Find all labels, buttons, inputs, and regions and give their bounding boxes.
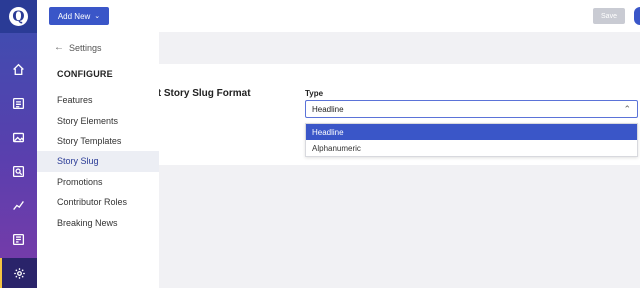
chevron-up-icon: ⌃ — [623, 104, 631, 114]
save-button[interactable]: Save — [593, 8, 625, 24]
type-label: Type — [305, 89, 324, 98]
dropdown-option-headline[interactable]: Headline — [306, 124, 637, 140]
search-icon[interactable] — [0, 155, 37, 187]
settings-panel: ← Settings CONFIGURE Features Story Elem… — [37, 32, 159, 288]
top-bar: Add New ⌄ Save — [37, 0, 640, 32]
add-new-button[interactable]: Add New ⌄ — [49, 7, 109, 25]
settings-icon[interactable] — [0, 258, 37, 288]
add-new-label: Add New — [57, 11, 91, 21]
media-icon[interactable] — [0, 121, 37, 153]
type-dropdown-menu: Headline Alphanumeric — [305, 123, 638, 157]
section-title: lt Story Slug Format — [155, 88, 251, 99]
menu-item-story-templates[interactable]: Story Templates — [37, 131, 159, 151]
menu-item-contributor-roles[interactable]: Contributor Roles — [37, 192, 159, 212]
analytics-icon[interactable] — [0, 189, 37, 221]
pages-icon[interactable] — [0, 223, 37, 255]
type-select[interactable]: Headline ⌃ — [305, 100, 638, 118]
back-label: Settings — [69, 42, 102, 53]
menu-item-features[interactable]: Features — [37, 90, 159, 110]
app-rail: Q — [0, 0, 37, 288]
menu-item-story-elements[interactable]: Story Elements — [37, 110, 159, 130]
avatar[interactable] — [634, 7, 640, 25]
logo-icon: Q — [9, 7, 28, 26]
chevron-down-icon: ⌄ — [94, 13, 101, 20]
stories-icon[interactable] — [0, 87, 37, 119]
configure-heading: CONFIGURE — [57, 69, 113, 79]
back-to-settings[interactable]: ← Settings — [54, 42, 102, 53]
type-select-value: Headline — [312, 104, 344, 114]
home-icon[interactable] — [0, 53, 37, 85]
settings-menu: Features Story Elements Story Templates … — [37, 90, 159, 233]
menu-item-promotions[interactable]: Promotions — [37, 172, 159, 192]
dropdown-option-alphanumeric[interactable]: Alphanumeric — [306, 140, 637, 156]
arrow-left-icon: ← — [54, 42, 64, 53]
app-logo[interactable]: Q — [0, 0, 37, 33]
menu-item-breaking-news[interactable]: Breaking News — [37, 212, 159, 232]
menu-item-story-slug[interactable]: Story Slug — [37, 151, 159, 172]
